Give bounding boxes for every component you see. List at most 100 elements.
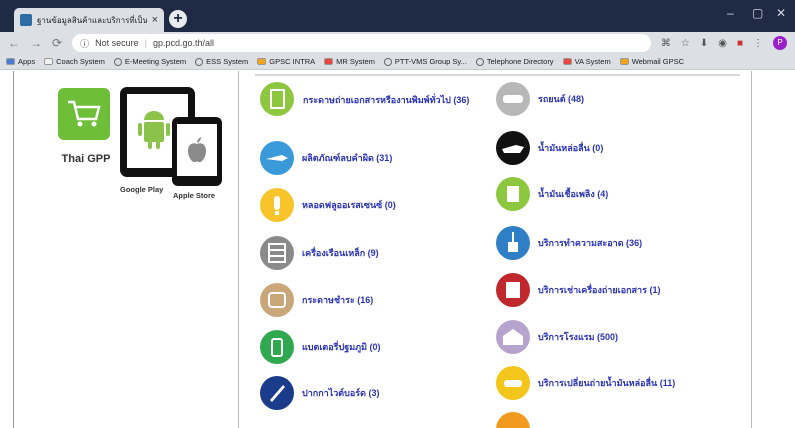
category-link[interactable]: ปากกาไวต์บอร์ด (3) xyxy=(302,387,379,399)
bookmarks-bar: Apps Coach System E-Meeting System ESS Syst… xyxy=(0,54,795,70)
oil-can-icon[interactable] xyxy=(496,131,530,165)
browser-titlebar: ฐานข้อมูลสินค้าและบริการที่เป็นมิตรกั × … xyxy=(0,0,795,32)
browser-tab[interactable]: ฐานข้อมูลสินค้าและบริการที่เป็นมิตรกั × xyxy=(14,8,164,32)
category-item[interactable] xyxy=(496,412,538,428)
bookmark-label: Coach System xyxy=(56,57,105,66)
bookmark-label: PTT-VMS Group Sy... xyxy=(394,57,467,66)
reload-icon[interactable]: ⟳ xyxy=(52,36,62,50)
gpsc-icon xyxy=(257,58,267,65)
category-link[interactable]: ผลิตภัณฑ์ลบคำผิด (31) xyxy=(302,152,392,164)
copier-icon[interactable] xyxy=(496,273,530,307)
thai-gpp-logo[interactable] xyxy=(58,88,110,140)
phone-screen xyxy=(177,124,217,176)
battery-icon[interactable] xyxy=(260,330,294,364)
va-icon xyxy=(562,58,572,65)
close-tab-icon[interactable]: × xyxy=(152,14,158,26)
apple-store-phone[interactable] xyxy=(172,117,222,186)
category-item[interactable]: น้ำมันเชื้อเพลิง (4) xyxy=(496,177,608,211)
cabinet-icon[interactable] xyxy=(260,236,294,270)
right-divider xyxy=(751,71,752,428)
category-link[interactable]: บริการโรงแรม (500) xyxy=(538,331,618,343)
extension-red-icon[interactable]: ■ xyxy=(737,38,743,49)
oil-change-icon[interactable] xyxy=(496,366,530,400)
paper-icon[interactable] xyxy=(260,82,294,116)
bookmark-label: GPSC INTRA xyxy=(269,57,316,66)
category-item[interactable]: บริการเช่าเครื่องถ่ายเอกสาร (1) xyxy=(496,273,660,307)
profile-avatar[interactable]: P xyxy=(773,36,787,50)
category-link[interactable]: รถยนต์ (48) xyxy=(538,93,584,105)
category-item[interactable]: รถยนต์ (48) xyxy=(496,82,584,116)
category-item[interactable]: หลอดฟลูออเรสเซนซ์ (0) xyxy=(260,188,396,222)
globe-icon xyxy=(383,57,392,66)
category-item[interactable]: ผลิตภัณฑ์ลบคำผิด (31) xyxy=(260,141,392,175)
menu-dots-icon[interactable]: ⋮ xyxy=(753,38,763,49)
globe-icon xyxy=(475,57,484,66)
category-link[interactable]: บริการทำความสะอาด (36) xyxy=(538,237,642,249)
category-item[interactable]: บริการเปลี่ยนถ่ายน้ำมันหล่อลื่น (11) xyxy=(496,366,675,400)
page-left-border xyxy=(13,71,14,428)
category-link[interactable]: กระดาษถ่ายเอกสารหรืองานพิมพ์ทั่วไป (36) xyxy=(303,94,513,106)
cleaning-icon[interactable] xyxy=(496,226,530,260)
bookmark-3[interactable]: ESS System xyxy=(195,57,248,66)
category-link[interactable]: หลอดฟลูออเรสเซนซ์ (0) xyxy=(302,199,396,211)
toolbar-actions: ⌘ ☆ ⬇ ◉ ■ ⋮ P xyxy=(661,36,787,50)
lightbulb-icon[interactable] xyxy=(260,188,294,222)
category-link[interactable]: กระดาษชำระ (16) xyxy=(302,294,373,306)
maximize-icon[interactable]: ▢ xyxy=(752,6,763,20)
category-item[interactable]: กระดาษถ่ายเอกสารหรืองานพิมพ์ทั่วไป (36) xyxy=(260,82,513,116)
car-icon[interactable] xyxy=(496,82,530,116)
category-item[interactable]: บริการทำความสะอาด (36) xyxy=(496,226,642,260)
bookmark-5[interactable]: MR System xyxy=(324,57,375,66)
marker-icon[interactable] xyxy=(260,376,294,410)
mr-icon xyxy=(324,58,334,65)
fuel-icon[interactable] xyxy=(496,177,530,211)
forward-icon[interactable]: → xyxy=(30,36,42,50)
category-link[interactable]: บริการเปลี่ยนถ่ายน้ำมันหล่อลื่น (11) xyxy=(538,377,675,389)
apple-store-label[interactable]: Apple Store xyxy=(173,191,215,200)
bookmark-6[interactable]: PTT-VMS Group Sy... xyxy=(383,57,467,66)
navigation-bar: ← → ⟳ ⓘ Not secure | gp.pcd.go.th/all ⌘ … xyxy=(0,32,795,54)
new-tab-button[interactable]: + xyxy=(169,10,187,28)
url-text[interactable]: gp.pcd.go.th/all xyxy=(153,38,214,48)
page-icon xyxy=(44,58,54,65)
translate-icon[interactable]: ⌘ xyxy=(661,38,671,49)
google-play-label[interactable]: Google Play xyxy=(120,185,163,194)
category-link[interactable]: น้ำมันเชื้อเพลิง (4) xyxy=(538,188,608,200)
bookmark-4[interactable]: GPSC INTRA xyxy=(257,57,315,66)
bookmark-star-icon[interactable]: ☆ xyxy=(681,38,690,49)
minimize-icon[interactable]: – xyxy=(727,6,734,20)
category-item[interactable]: เครื่องเรือนเหล็ก (9) xyxy=(260,236,379,270)
category-item[interactable]: กระดาษชำระ (16) xyxy=(260,283,373,317)
page-favicon-icon xyxy=(20,14,32,26)
info-icon[interactable]: ⓘ xyxy=(80,37,89,50)
category-item[interactable]: ปากกาไวต์บอร์ด (3) xyxy=(260,376,379,410)
category-item[interactable]: บริการโรงแรม (500) xyxy=(496,320,618,354)
category-link[interactable]: แบตเตอรี่ปฐมภูมิ (0) xyxy=(302,341,381,353)
address-bar[interactable]: ⓘ Not secure | gp.pcd.go.th/all xyxy=(72,34,651,52)
close-window-icon[interactable]: ✕ xyxy=(776,6,786,20)
bookmark-1[interactable]: Coach System xyxy=(44,57,105,66)
correction-pen-icon[interactable] xyxy=(260,141,294,175)
back-icon[interactable]: ← xyxy=(8,36,20,50)
bookmark-8[interactable]: VA System xyxy=(562,57,611,66)
bookmark-label: ESS System xyxy=(206,57,249,66)
partial-icon[interactable] xyxy=(496,412,530,428)
webmail-icon xyxy=(619,58,629,65)
category-link[interactable]: เครื่องเรือนเหล็ก (9) xyxy=(302,247,379,259)
bookmark-label: Apps xyxy=(18,57,36,66)
download-icon[interactable]: ⬇ xyxy=(700,38,708,49)
category-item[interactable]: แบตเตอรี่ปฐมภูมิ (0) xyxy=(260,330,381,364)
page-content: Thai GPP Google Play Apple Store กระดาษถ… xyxy=(0,71,795,428)
bookmark-9[interactable]: Webmail GPSC xyxy=(619,57,685,66)
bookmark-7[interactable]: Telephone Directory xyxy=(475,57,554,66)
category-link[interactable]: น้ำมันหล่อลื่น (0) xyxy=(538,142,603,154)
category-link[interactable]: บริการเช่าเครื่องถ่ายเอกสาร (1) xyxy=(538,284,660,296)
toilet-paper-icon[interactable] xyxy=(260,283,294,317)
extension-icon[interactable]: ◉ xyxy=(718,38,727,49)
hotel-icon[interactable] xyxy=(496,320,530,354)
tab-title: ฐานข้อมูลสินค้าและบริการที่เป็นมิตรกั xyxy=(37,15,147,25)
bookmark-label: Webmail GPSC xyxy=(631,57,685,66)
bookmark-0[interactable]: Apps xyxy=(6,57,35,66)
category-item[interactable]: น้ำมันหล่อลื่น (0) xyxy=(496,131,603,165)
bookmark-2[interactable]: E-Meeting System xyxy=(113,57,186,66)
